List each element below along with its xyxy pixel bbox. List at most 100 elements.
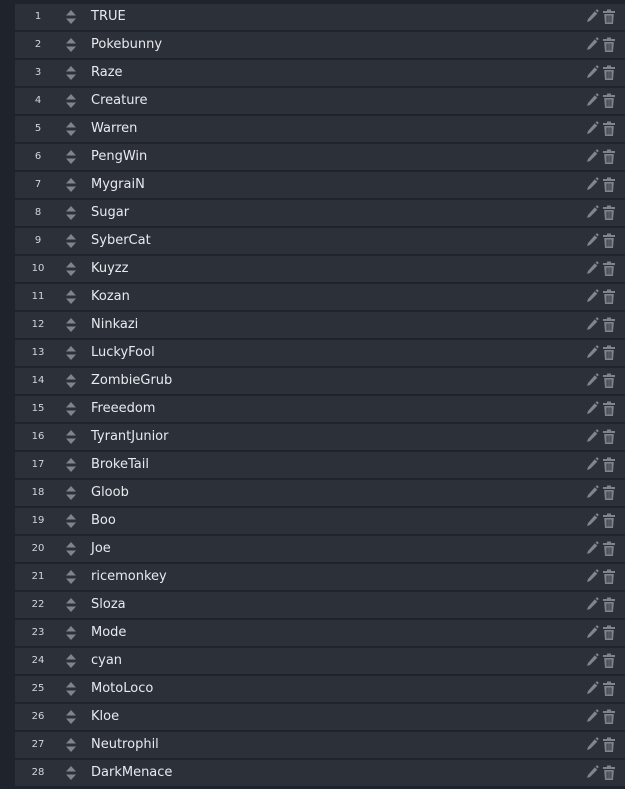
- sort-arrows-icon[interactable]: [61, 368, 81, 394]
- sort-arrows-icon[interactable]: [61, 284, 81, 310]
- pencil-icon[interactable]: [585, 121, 599, 137]
- list-item[interactable]: 8 Sugar: [15, 200, 625, 226]
- trash-icon[interactable]: [602, 37, 616, 53]
- pencil-icon[interactable]: [585, 93, 599, 109]
- pencil-icon[interactable]: [585, 737, 599, 753]
- list-item[interactable]: 23 Mode: [15, 620, 625, 646]
- pencil-icon[interactable]: [585, 177, 599, 193]
- sort-arrows-icon[interactable]: [61, 424, 81, 450]
- pencil-icon[interactable]: [585, 37, 599, 53]
- pencil-icon[interactable]: [585, 709, 599, 725]
- list-item[interactable]: 17 BrokeTail: [15, 452, 625, 478]
- trash-icon[interactable]: [602, 205, 616, 221]
- sort-arrows-icon[interactable]: [61, 536, 81, 562]
- sort-arrows-icon[interactable]: [61, 340, 81, 366]
- list-item[interactable]: 19 Boo: [15, 508, 625, 534]
- sort-arrows-icon[interactable]: [61, 620, 81, 646]
- list-item[interactable]: 15 Freeedom: [15, 396, 625, 422]
- trash-icon[interactable]: [602, 149, 616, 165]
- list-item[interactable]: 27 Neutrophil: [15, 732, 625, 758]
- trash-icon[interactable]: [602, 457, 616, 473]
- sort-arrows-icon[interactable]: [61, 508, 81, 534]
- list-item[interactable]: 6 PengWin: [15, 144, 625, 170]
- list-item[interactable]: 13 LuckyFool: [15, 340, 625, 366]
- pencil-icon[interactable]: [585, 457, 599, 473]
- sort-arrows-icon[interactable]: [61, 88, 81, 114]
- list-item[interactable]: 21 ricemonkey: [15, 564, 625, 590]
- sort-arrows-icon[interactable]: [61, 396, 81, 422]
- list-item[interactable]: 18 Gloob: [15, 480, 625, 506]
- list-item[interactable]: 4 Creature: [15, 88, 625, 114]
- trash-icon[interactable]: [602, 429, 616, 445]
- trash-icon[interactable]: [602, 597, 616, 613]
- sort-arrows-icon[interactable]: [61, 172, 81, 198]
- list-item[interactable]: 3 Raze: [15, 60, 625, 86]
- list-item[interactable]: 1 TRUE: [15, 4, 625, 30]
- sort-arrows-icon[interactable]: [61, 228, 81, 254]
- pencil-icon[interactable]: [585, 233, 599, 249]
- list-item[interactable]: 7 MygraiN: [15, 172, 625, 198]
- list-item[interactable]: 20 Joe: [15, 536, 625, 562]
- pencil-icon[interactable]: [585, 317, 599, 333]
- trash-icon[interactable]: [602, 261, 616, 277]
- trash-icon[interactable]: [602, 765, 616, 781]
- pencil-icon[interactable]: [585, 513, 599, 529]
- sort-arrows-icon[interactable]: [61, 256, 81, 282]
- pencil-icon[interactable]: [585, 149, 599, 165]
- pencil-icon[interactable]: [585, 681, 599, 697]
- sort-arrows-icon[interactable]: [61, 704, 81, 730]
- sort-arrows-icon[interactable]: [61, 676, 81, 702]
- trash-icon[interactable]: [602, 9, 616, 25]
- sort-arrows-icon[interactable]: [61, 60, 81, 86]
- sort-arrows-icon[interactable]: [61, 116, 81, 142]
- list-item[interactable]: 22 Sloza: [15, 592, 625, 618]
- pencil-icon[interactable]: [585, 597, 599, 613]
- pencil-icon[interactable]: [585, 541, 599, 557]
- pencil-icon[interactable]: [585, 261, 599, 277]
- list-item[interactable]: 2 Pokebunny: [15, 32, 625, 58]
- pencil-icon[interactable]: [585, 653, 599, 669]
- list-item[interactable]: 28 DarkMenace: [15, 760, 625, 786]
- pencil-icon[interactable]: [585, 9, 599, 25]
- trash-icon[interactable]: [602, 541, 616, 557]
- pencil-icon[interactable]: [585, 625, 599, 641]
- pencil-icon[interactable]: [585, 205, 599, 221]
- sort-arrows-icon[interactable]: [61, 4, 81, 30]
- trash-icon[interactable]: [602, 513, 616, 529]
- sort-arrows-icon[interactable]: [61, 732, 81, 758]
- list-item[interactable]: 16 TyrantJunior: [15, 424, 625, 450]
- list-item[interactable]: 9 SyberCat: [15, 228, 625, 254]
- trash-icon[interactable]: [602, 373, 616, 389]
- list-item[interactable]: 11 Kozan: [15, 284, 625, 310]
- trash-icon[interactable]: [602, 681, 616, 697]
- trash-icon[interactable]: [602, 737, 616, 753]
- list-item[interactable]: 10 Kuyzz: [15, 256, 625, 282]
- trash-icon[interactable]: [602, 485, 616, 501]
- trash-icon[interactable]: [602, 653, 616, 669]
- list-item[interactable]: 25 MotoLoco: [15, 676, 625, 702]
- trash-icon[interactable]: [602, 625, 616, 641]
- pencil-icon[interactable]: [585, 345, 599, 361]
- sort-arrows-icon[interactable]: [61, 592, 81, 618]
- trash-icon[interactable]: [602, 317, 616, 333]
- sort-arrows-icon[interactable]: [61, 480, 81, 506]
- sort-arrows-icon[interactable]: [61, 564, 81, 590]
- trash-icon[interactable]: [602, 289, 616, 305]
- pencil-icon[interactable]: [585, 289, 599, 305]
- trash-icon[interactable]: [602, 569, 616, 585]
- trash-icon[interactable]: [602, 121, 616, 137]
- trash-icon[interactable]: [602, 93, 616, 109]
- pencil-icon[interactable]: [585, 401, 599, 417]
- trash-icon[interactable]: [602, 233, 616, 249]
- trash-icon[interactable]: [602, 65, 616, 81]
- sort-arrows-icon[interactable]: [61, 200, 81, 226]
- trash-icon[interactable]: [602, 401, 616, 417]
- list-item[interactable]: 12 Ninkazi: [15, 312, 625, 338]
- list-item[interactable]: 5 Warren: [15, 116, 625, 142]
- pencil-icon[interactable]: [585, 373, 599, 389]
- pencil-icon[interactable]: [585, 569, 599, 585]
- list-item[interactable]: 14 ZombieGrub: [15, 368, 625, 394]
- pencil-icon[interactable]: [585, 65, 599, 81]
- trash-icon[interactable]: [602, 709, 616, 725]
- pencil-icon[interactable]: [585, 765, 599, 781]
